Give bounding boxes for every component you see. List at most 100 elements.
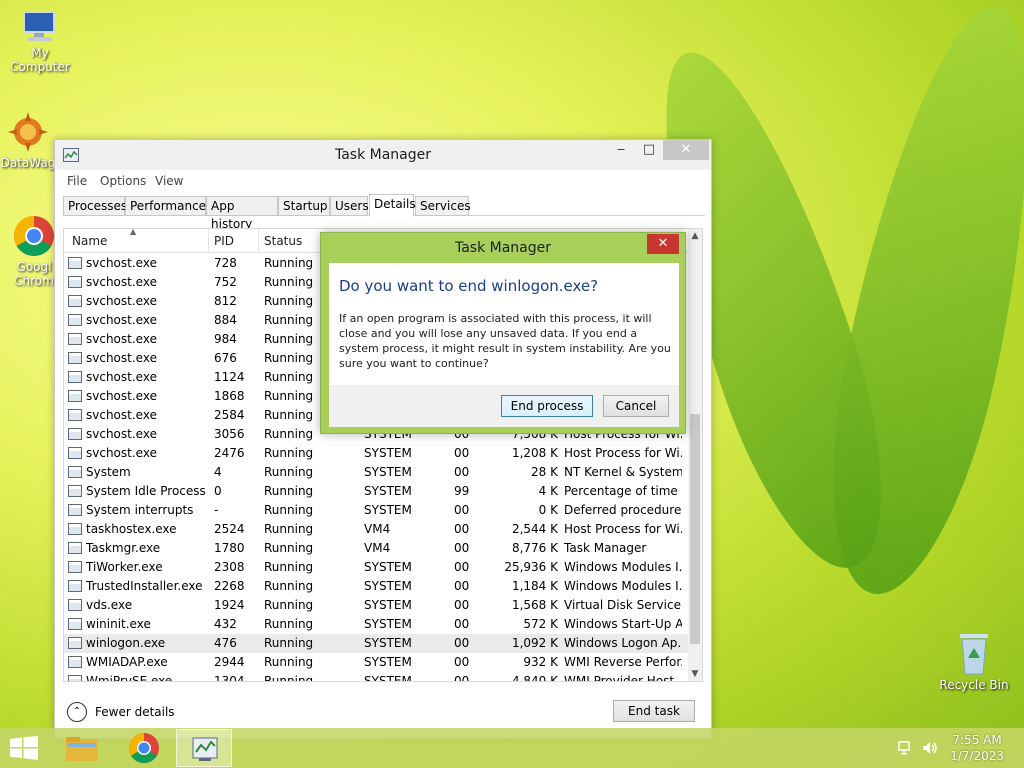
process-pid: 1924 [214,598,245,612]
end-task-button[interactable]: End task [613,700,695,722]
process-description: NT Kernel & System [564,465,682,479]
process-pid: 752 [214,275,237,289]
process-icon [68,333,82,345]
desktop-icon-my-computer[interactable]: My Computer [0,10,80,74]
menu-file[interactable]: File [67,174,87,188]
process-name: vds.exe [86,598,133,612]
process-name: svchost.exe [86,332,157,346]
process-status: Running [264,522,314,536]
menu-options[interactable]: Options [100,174,146,188]
process-icon [68,314,82,326]
volume-icon[interactable] [922,740,938,756]
windows-start-icon[interactable] [10,736,38,760]
tab-users[interactable]: Users [330,196,369,216]
desktop-icon-label: DataWag [0,156,56,170]
process-description: Host Process for Wi... [564,446,682,460]
process-status: Running [264,617,314,631]
dialog-close-button[interactable]: ✕ [647,234,679,254]
scroll-thumb[interactable] [690,414,700,644]
process-description: Virtual Disk Service [564,598,681,612]
process-status: Running [264,465,314,479]
desktop-icon-label: Recycle Bin [939,678,1009,692]
process-name: svchost.exe [86,370,157,384]
desktop-icon-recycle-bin[interactable]: Recycle Bin [934,630,1014,692]
tab-performance[interactable]: Performance [125,196,206,216]
process-status: Running [264,541,314,555]
process-user: SYSTEM [364,655,412,669]
table-row[interactable]: taskhostex.exe 2524 Running VM4 00 2,544 K Hos… [64,520,690,539]
process-status: Running [264,579,314,593]
scroll-down-icon[interactable]: ▼ [688,669,702,679]
table-row[interactable]: System Idle Process 0 Running SYSTEM 99 4 K Pe… [64,482,690,501]
process-cpu: 99 [454,484,470,498]
column-divider[interactable] [208,229,209,253]
process-pid: 4 [214,465,222,479]
table-row[interactable]: wininit.exe 432 Running SYSTEM 00 572 K Window… [64,615,690,634]
end-process-button[interactable]: End process [501,395,593,417]
process-name: System [86,465,131,479]
process-pid: 984 [214,332,237,346]
process-user: SYSTEM [364,636,412,650]
network-icon[interactable] [898,740,914,756]
table-row[interactable]: TiWorker.exe 2308 Running SYSTEM 00 25,936 K W… [64,558,690,577]
tab-processes[interactable]: Processes [63,196,127,216]
process-status: Running [264,655,314,669]
table-row[interactable]: System 4 Running SYSTEM 00 28 K NT Kernel & Sy… [64,463,690,482]
column-pid[interactable]: PID [214,234,234,248]
process-icon [68,542,82,554]
menu-view[interactable]: View [155,174,183,188]
process-user: SYSTEM [364,503,412,517]
process-user: SYSTEM [364,579,412,593]
taskbar-clock[interactable]: 7:55 AM 1/7/2023 [950,732,1004,764]
process-icon [68,637,82,649]
process-user: VM4 [364,541,391,555]
process-pid: 2476 [214,446,245,460]
taskbar-file-explorer[interactable] [54,729,110,767]
process-name: svchost.exe [86,351,157,365]
tab-startup[interactable]: Startup [278,196,330,216]
process-icon [68,447,82,459]
table-row[interactable]: svchost.exe 2476 Running SYSTEM 00 1,208 K Hos… [64,444,690,463]
process-user: SYSTEM [364,465,412,479]
process-icon [68,618,82,630]
tab-details[interactable]: Details [369,194,416,217]
vertical-scrollbar[interactable]: ▲ ▼ [688,229,702,681]
column-name[interactable]: Name [72,234,107,248]
tab-app-history[interactable]: App history [206,196,278,231]
table-row[interactable]: WMIADAP.exe 2944 Running SYSTEM 00 932 K WMI R… [64,653,690,672]
scroll-up-icon[interactable]: ▲ [688,231,702,241]
column-divider[interactable] [258,229,259,253]
clock-time: 7:55 AM [952,733,1002,747]
table-row[interactable]: TrustedInstaller.exe 2268 Running SYSTEM 00 1… [64,577,690,596]
taskbar-chrome[interactable] [116,729,172,767]
cancel-button[interactable]: Cancel [603,395,669,417]
chrome-icon [14,216,54,256]
minimize-button[interactable]: ‒ [607,140,635,160]
process-pid: 0 [214,484,222,498]
process-memory: 4 K [538,484,558,498]
table-row[interactable]: winlogon.exe 476 Running SYSTEM 00 1,092 K Win… [64,634,690,653]
dialog-heading: Do you want to end winlogon.exe? [339,277,599,295]
table-row[interactable]: System interrupts - Running SYSTEM 00 0 K Defe… [64,501,690,520]
process-name: svchost.exe [86,256,157,270]
task-manager-window: Task Manager ‒ □ ✕ File Options View Pro… [54,139,712,739]
column-status[interactable]: Status [264,234,302,248]
table-row[interactable]: vds.exe 1924 Running SYSTEM 00 1,568 K Virtual… [64,596,690,615]
process-icon [68,390,82,402]
title-bar[interactable]: Task Manager ‒ □ ✕ [55,140,711,170]
taskbar-task-manager[interactable] [176,729,232,767]
process-description: Windows Logon Ap... [564,636,682,650]
fewer-details-label: Fewer details [95,705,175,719]
table-row[interactable]: WmiPrvSE.exe 1304 Running SYSTEM 00 4,840 K WM… [64,672,690,681]
process-cpu: 00 [454,541,470,555]
process-user: SYSTEM [364,484,412,498]
process-description: Task Manager [564,541,647,555]
desktop-icon-label: My Computer [10,46,70,74]
tab-services[interactable]: Services [415,196,471,216]
confirm-dialog: Task Manager ✕ Do you want to end winlog… [320,232,686,434]
process-icon [68,352,82,364]
maximize-button[interactable]: □ [635,140,663,160]
table-row[interactable]: Taskmgr.exe 1780 Running VM4 00 8,776 K Task M… [64,539,690,558]
close-button[interactable]: ✕ [663,140,709,160]
task-manager-icon [192,737,218,761]
